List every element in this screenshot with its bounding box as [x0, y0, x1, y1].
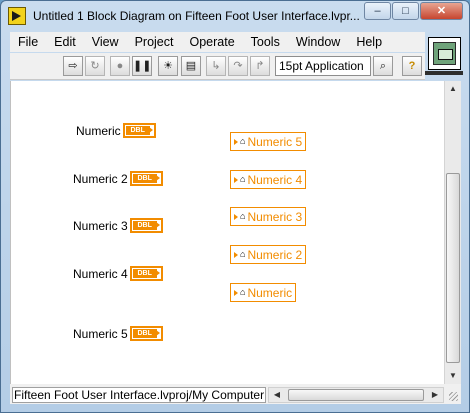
input-arrow-icon: [234, 251, 238, 258]
menu-help[interactable]: Help: [348, 35, 390, 49]
project-path: Fifteen Foot User Interface.lvproj/My Co…: [12, 387, 266, 403]
dbl-terminal-icon[interactable]: DBL: [129, 171, 163, 186]
dbl-badge: DBL: [132, 174, 157, 183]
dbl-terminal-icon[interactable]: DBL: [122, 123, 156, 138]
step-over-icon[interactable]: ↷: [228, 56, 248, 76]
menu-edit[interactable]: Edit: [46, 35, 84, 49]
numeric-2-indicator[interactable]: ⌂ Numeric 2: [230, 245, 307, 264]
dbl-badge: DBL: [132, 221, 157, 230]
window-controls: – □ ✕: [363, 2, 463, 20]
font-select[interactable]: 15pt Application: [275, 56, 371, 76]
maximize-button[interactable]: □: [392, 2, 419, 20]
control-label: Numeric 5: [73, 326, 128, 341]
numeric-5-indicator[interactable]: ⌂ Numeric 5: [230, 132, 307, 151]
numeric-indicator[interactable]: ⌂ Numeric: [230, 283, 297, 302]
step-out-icon[interactable]: ↱: [250, 56, 270, 76]
scroll-right-icon[interactable]: ▶: [427, 388, 443, 402]
scroll-left-icon[interactable]: ◀: [269, 388, 285, 402]
vertical-scroll-thumb[interactable]: [446, 173, 460, 363]
dbl-terminal-icon[interactable]: DBL: [129, 218, 163, 233]
dbl-badge: DBL: [132, 329, 157, 338]
vi-icon[interactable]: [428, 37, 461, 70]
highlight-execution-icon[interactable]: ☀: [158, 56, 178, 76]
vi-icon-graphic: [433, 42, 456, 65]
title-bar[interactable]: Untitled 1 Block Diagram on Fifteen Foot…: [1, 1, 469, 31]
indicator-label: Numeric: [247, 285, 293, 300]
dbl-badge: DBL: [132, 269, 157, 278]
numeric-2-control[interactable]: Numeric 2 DBL: [73, 171, 163, 186]
indicator-label: Numeric 2: [247, 247, 303, 262]
input-arrow-icon: [234, 289, 238, 296]
search-icon[interactable]: ⌕: [373, 56, 393, 76]
run-arrow-icon[interactable]: ⇨: [63, 56, 83, 76]
horizontal-scroll-thumb[interactable]: [288, 389, 424, 401]
numeric-3-indicator[interactable]: ⌂ Numeric 3: [230, 207, 307, 226]
indicator-label: Numeric 4: [247, 172, 303, 187]
step-into-icon[interactable]: ↳: [206, 56, 226, 76]
scroll-up-icon[interactable]: ▲: [445, 81, 461, 97]
resize-grip-icon[interactable]: [444, 387, 460, 403]
input-arrow-icon: [234, 138, 238, 145]
numeric-5-control[interactable]: Numeric 5 DBL: [73, 326, 163, 341]
block-diagram-canvas[interactable]: Numeric DBL Numeric 2 DBL Numeric 3 DBL …: [10, 81, 444, 384]
menu-operate[interactable]: Operate: [181, 35, 242, 49]
abort-icon[interactable]: ●: [110, 56, 130, 76]
app-window: Untitled 1 Block Diagram on Fifteen Foot…: [0, 0, 470, 413]
help-icon[interactable]: ?: [402, 56, 422, 76]
dbl-badge: DBL: [125, 126, 150, 135]
house-icon: ⌂: [240, 249, 246, 259]
menu-tools[interactable]: Tools: [243, 35, 288, 49]
control-label: Numeric 3: [73, 218, 128, 233]
control-label: Numeric 4: [73, 266, 128, 281]
numeric-3-control[interactable]: Numeric 3 DBL: [73, 218, 163, 233]
toolbar: ⇨ ↻ ● ❚❚ ☀ ▤ ↳ ↷ ↱ 15pt Application ⌕ ?: [10, 53, 425, 80]
menu-file[interactable]: File: [10, 35, 46, 49]
numeric-control[interactable]: Numeric DBL: [76, 123, 156, 138]
indicator-label: Numeric 3: [247, 209, 303, 224]
close-button[interactable]: ✕: [420, 2, 463, 20]
horizontal-scrollbar[interactable]: ◀ ▶: [268, 387, 444, 403]
menu-project[interactable]: Project: [127, 35, 182, 49]
control-label: Numeric: [76, 123, 121, 138]
house-icon: ⌂: [240, 174, 246, 184]
numeric-4-control[interactable]: Numeric 4 DBL: [73, 266, 163, 281]
input-arrow-icon: [234, 213, 238, 220]
window-title: Untitled 1 Block Diagram on Fifteen Foot…: [33, 9, 360, 23]
status-bar: Fifteen Foot User Interface.lvproj/My Co…: [10, 384, 461, 404]
dbl-terminal-icon[interactable]: DBL: [129, 266, 163, 281]
dbl-terminal-icon[interactable]: DBL: [129, 326, 163, 341]
labview-run-icon: [8, 7, 26, 25]
scroll-down-icon[interactable]: ▼: [445, 368, 461, 384]
menu-bar: File Edit View Project Operate Tools Win…: [10, 32, 425, 52]
house-icon: ⌂: [240, 287, 246, 297]
retain-wire-values-icon[interactable]: ▤: [181, 56, 201, 76]
menu-window[interactable]: Window: [288, 35, 348, 49]
house-icon: ⌂: [240, 136, 246, 146]
minimize-button[interactable]: –: [364, 2, 391, 20]
numeric-4-indicator[interactable]: ⌂ Numeric 4: [230, 170, 307, 189]
house-icon: ⌂: [240, 211, 246, 221]
input-arrow-icon: [234, 176, 238, 183]
menu-view[interactable]: View: [84, 35, 127, 49]
pause-icon[interactable]: ❚❚: [132, 56, 152, 76]
vertical-scrollbar[interactable]: ▲ ▼: [444, 81, 461, 384]
indicator-label: Numeric 5: [247, 134, 303, 149]
run-continuously-icon[interactable]: ↻: [85, 56, 105, 76]
vi-icon-divider: [425, 71, 463, 75]
control-label: Numeric 2: [73, 171, 128, 186]
